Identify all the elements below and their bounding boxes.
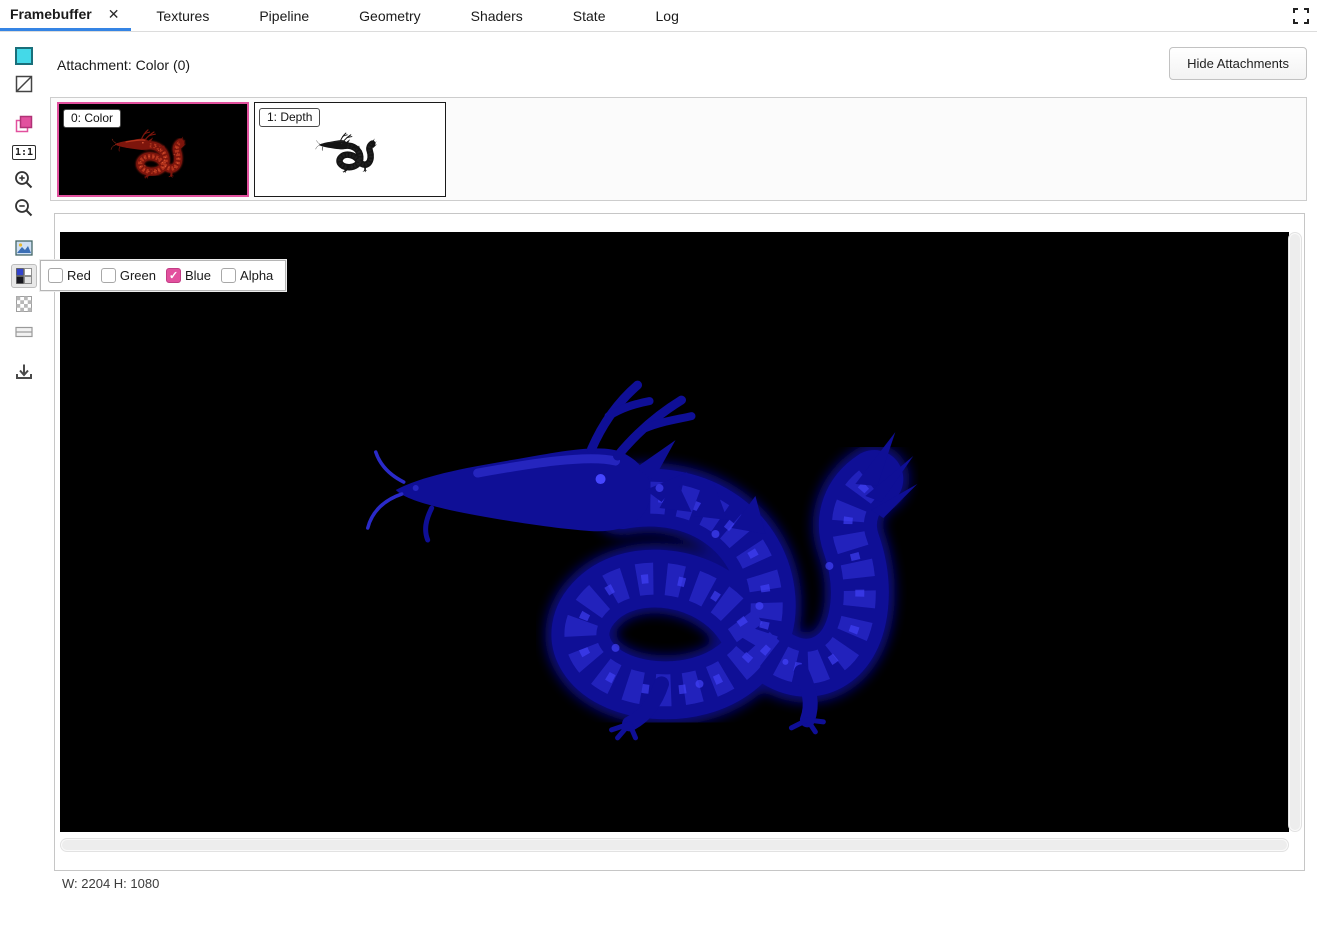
channel-alpha-checkbox[interactable]: Alpha [221, 268, 273, 283]
channel-blue-label: Blue [185, 268, 211, 283]
checkbox[interactable] [166, 268, 181, 283]
attachment-thumbnail-depth[interactable]: 1: Depth [254, 102, 446, 197]
framebuffer-image-canvas[interactable] [60, 232, 1289, 832]
attachment-label-chip: 1: Depth [259, 108, 320, 127]
attachments-panel: 0: Color 1: Depth [50, 97, 1307, 201]
channel-blue-checkbox[interactable]: Blue [166, 268, 211, 283]
vertical-scrollbar-thumb[interactable] [1290, 234, 1300, 830]
flip-image-icon[interactable] [11, 112, 37, 136]
tab-state[interactable]: State [548, 0, 631, 31]
checkbox[interactable] [48, 268, 63, 283]
save-image-icon[interactable] [11, 360, 37, 384]
tab-log[interactable]: Log [631, 0, 704, 31]
attachment-header-label: Attachment: Color (0) [57, 57, 190, 73]
horizontal-scrollbar[interactable] [60, 838, 1289, 852]
channel-alpha-label: Alpha [240, 268, 273, 283]
tab-geometry[interactable]: Geometry [334, 0, 445, 31]
checkerboard-icon[interactable] [11, 292, 37, 316]
channel-red-checkbox[interactable]: Red [48, 268, 91, 283]
channels-icon[interactable] [11, 264, 37, 288]
close-tab-icon[interactable]: ✕ [108, 7, 120, 21]
tab-textures[interactable]: Textures [131, 0, 234, 31]
channel-green-checkbox[interactable]: Green [101, 268, 156, 283]
fullscreen-icon[interactable] [1292, 7, 1310, 25]
attachment-label-chip: 0: Color [63, 109, 121, 128]
framebuffer-render [60, 232, 1289, 832]
one-to-one-label: 1:1 [12, 145, 36, 160]
attachment-thumbnail-color[interactable]: 0: Color [57, 102, 249, 197]
zoom-in-icon[interactable] [11, 168, 37, 192]
channel-green-label: Green [120, 268, 156, 283]
one-to-one-icon[interactable]: 1:1 [11, 140, 37, 164]
framebuffer-viewport [54, 213, 1305, 871]
channel-red-label: Red [67, 268, 91, 283]
tab-framebuffer[interactable]: Framebuffer ✕ [0, 0, 131, 31]
tab-shaders[interactable]: Shaders [446, 0, 548, 31]
background-diagonal-icon[interactable] [11, 72, 37, 96]
tab-bar: Framebuffer ✕ Textures Pipeline Geometry… [0, 0, 1317, 32]
tab-pipeline[interactable]: Pipeline [234, 0, 334, 31]
channel-selector: Red Green Blue Alpha [40, 260, 286, 291]
horizontal-scrollbar-thumb[interactable] [62, 840, 1287, 850]
checkbox[interactable] [101, 268, 116, 283]
fit-image-icon[interactable] [11, 236, 37, 260]
vertical-scrollbar[interactable] [1288, 232, 1302, 832]
checkbox[interactable] [221, 268, 236, 283]
hide-attachments-button[interactable]: Hide Attachments [1169, 47, 1307, 80]
range-icon[interactable] [11, 320, 37, 344]
tab-framebuffer-label: Framebuffer [10, 6, 92, 22]
color-swatch-icon[interactable] [11, 44, 37, 68]
zoom-out-icon[interactable] [11, 196, 37, 220]
left-toolbar: 1:1 [10, 44, 38, 388]
image-size-status: W: 2204 H: 1080 [62, 876, 159, 891]
